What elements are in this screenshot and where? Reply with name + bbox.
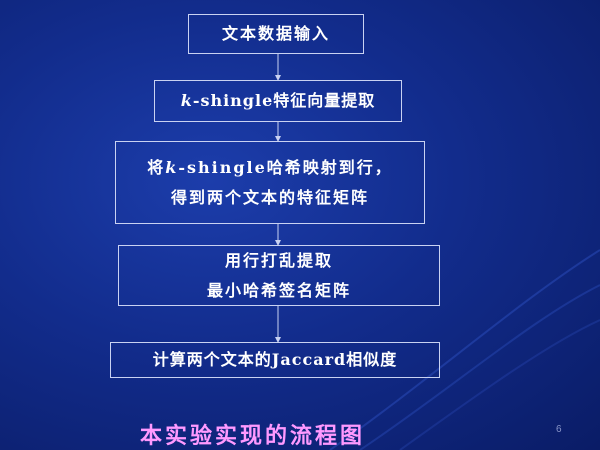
flow-step-3-line-1: 将k-shingle哈希映射到行， xyxy=(147,157,393,177)
page-number: 6 xyxy=(556,424,562,435)
flow-step-1-text: 文本数据输入 xyxy=(221,24,330,43)
flow-step-4-line-2: 最小哈希签名矩阵 xyxy=(206,280,351,300)
k-variable: k xyxy=(165,157,179,177)
flow-step-3: 将k-shingle哈希映射到行， 得到两个文本的特征矩阵 xyxy=(115,141,425,224)
flow-step-5-text: 计算两个文本的Jaccard相似度 xyxy=(152,350,398,369)
flow-step-4-line-1: 用行打乱提取 xyxy=(224,250,333,270)
flow-step-3-line-2: 得到两个文本的特征矩阵 xyxy=(170,187,369,207)
flow-step-2: k-shingle特征向量提取 xyxy=(154,80,402,122)
flow-step-4: 用行打乱提取 最小哈希签名矩阵 xyxy=(118,245,440,306)
diagram-caption: 本实验实现的流程图 xyxy=(140,423,366,449)
k-variable: k xyxy=(180,91,193,110)
flow-step-1: 文本数据输入 xyxy=(188,14,364,54)
background-swoosh-decoration xyxy=(329,249,600,450)
flow-step-2-text: k-shingle特征向量提取 xyxy=(180,91,376,110)
flow-step-5: 计算两个文本的Jaccard相似度 xyxy=(110,342,440,378)
